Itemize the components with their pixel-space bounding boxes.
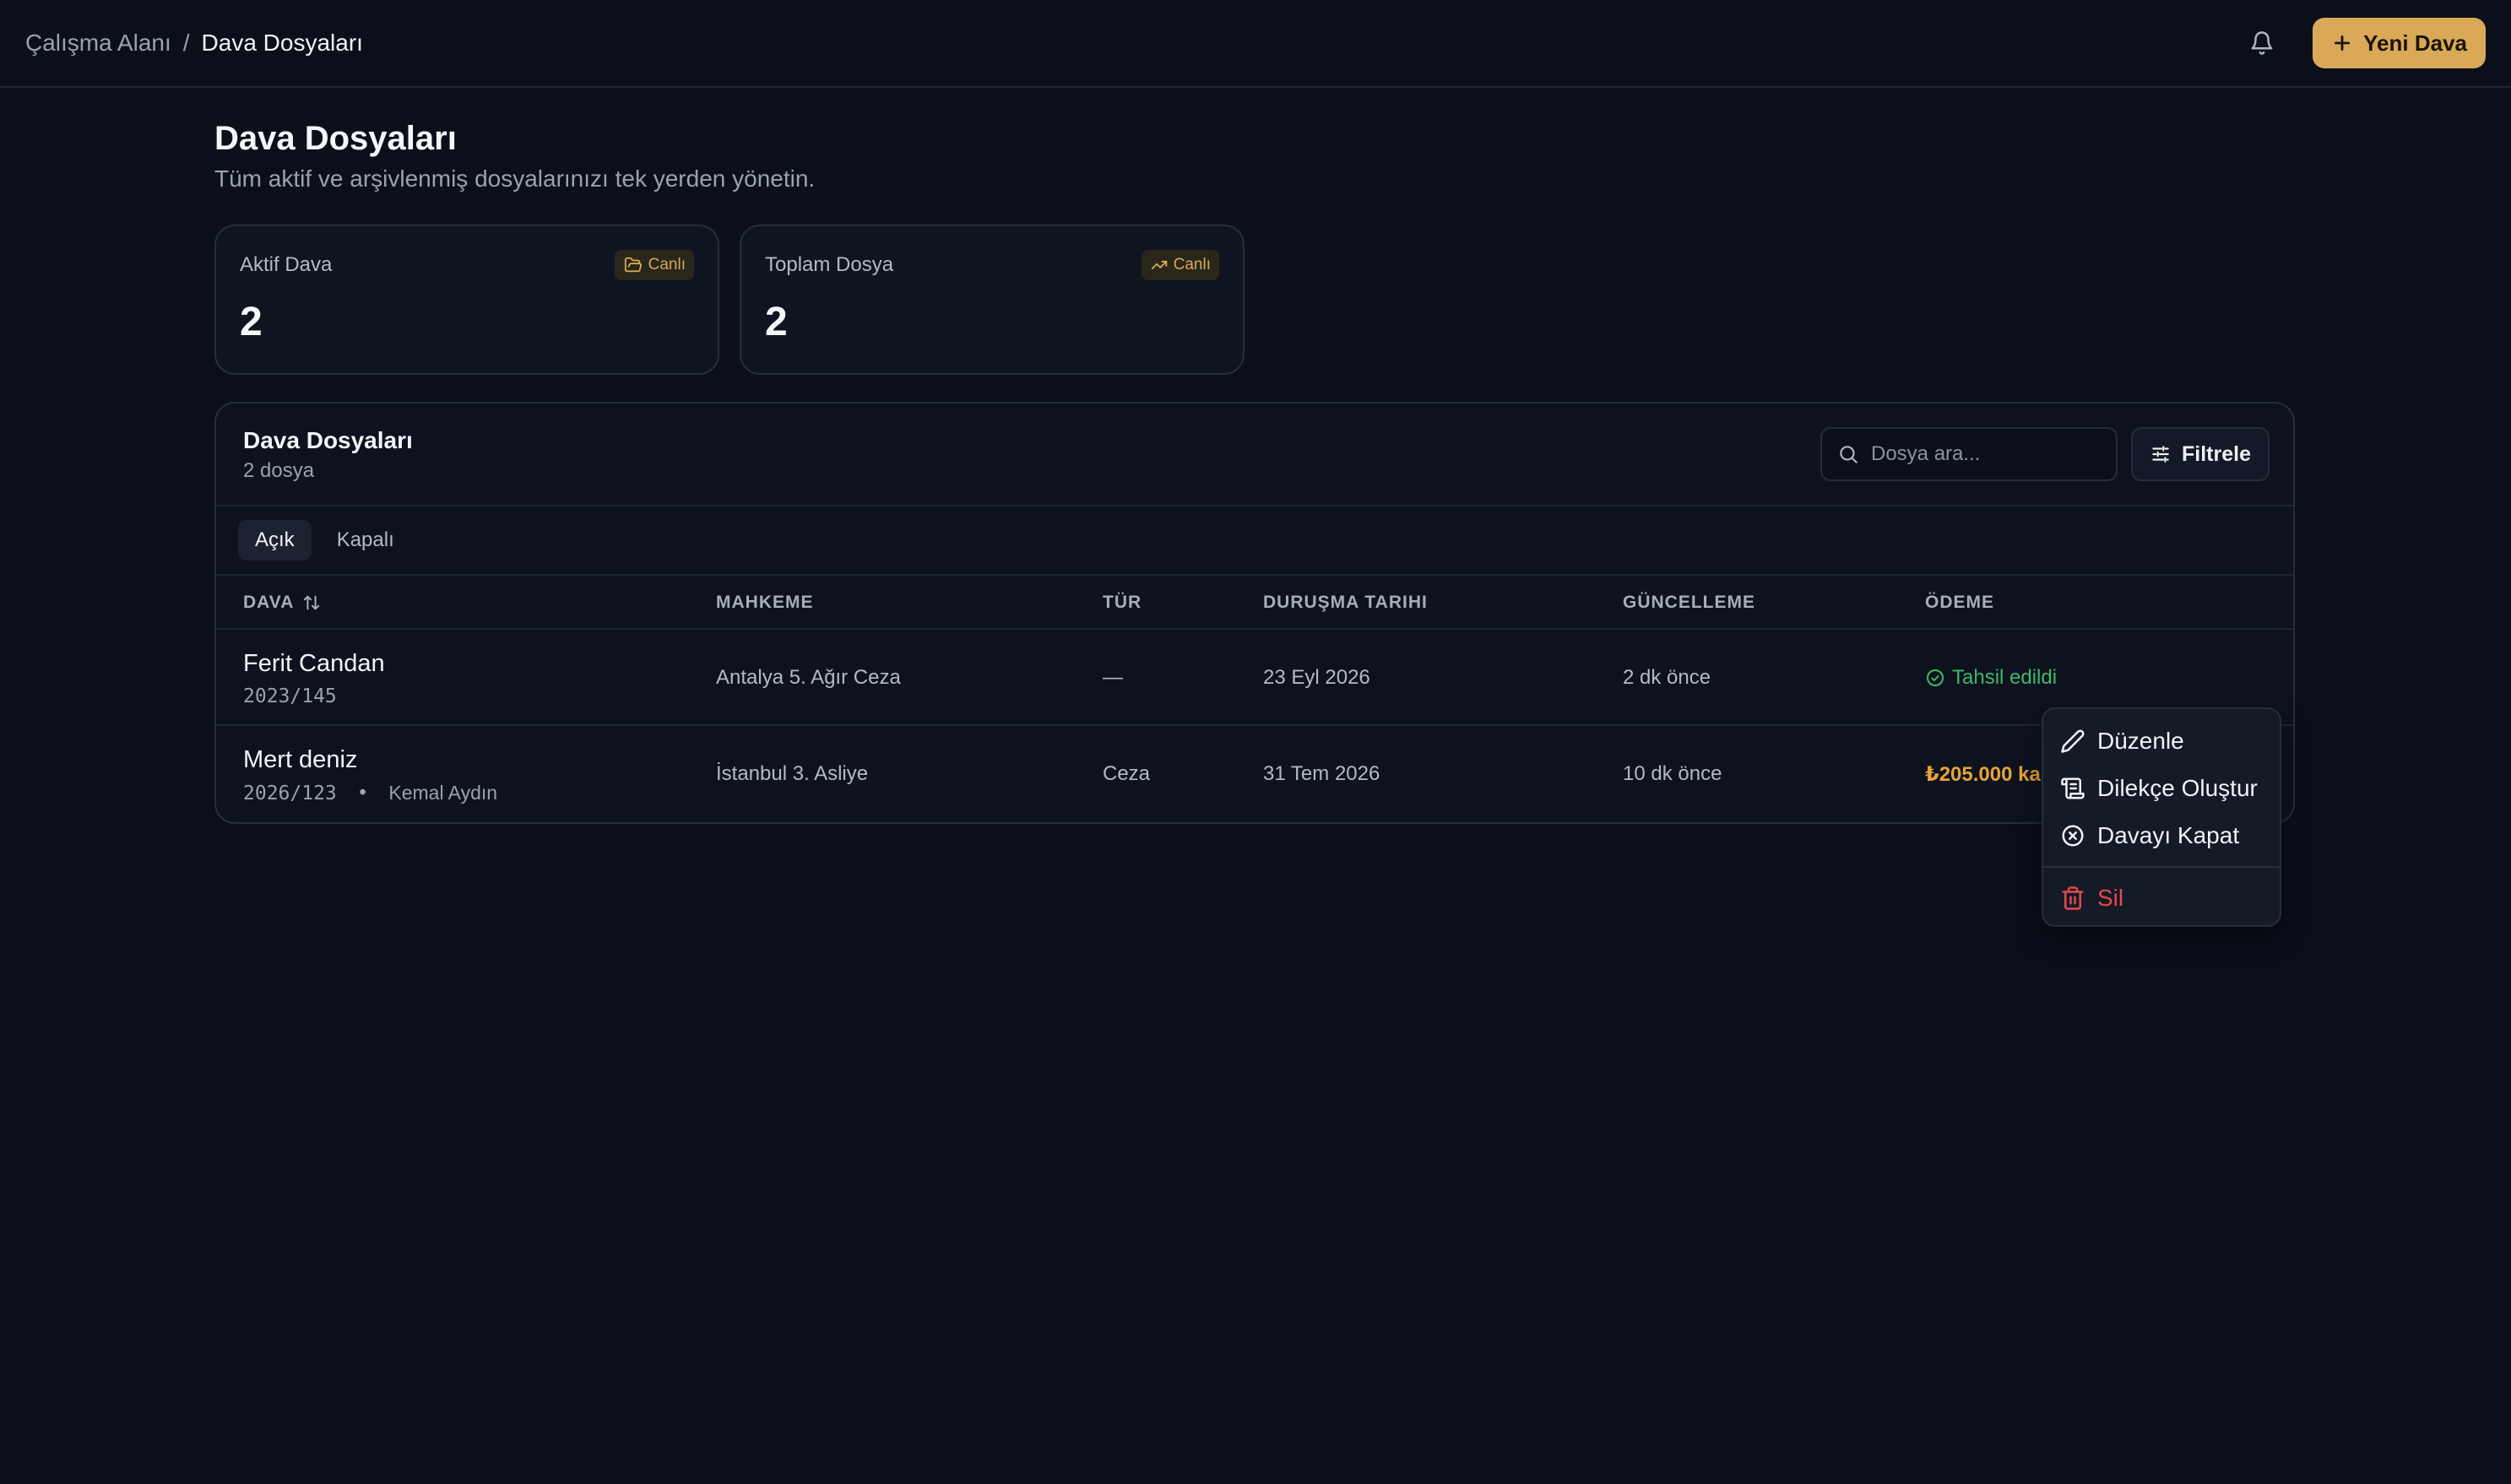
live-badge: Canlı [614, 250, 694, 280]
table-row[interactable]: Mert deniz 2026/123 • Kemal Aydın İstanb… [216, 726, 2293, 822]
breadcrumb: Çalışma Alanı / Dava Dosyaları [25, 30, 363, 57]
new-case-label: Yeni Dava [2363, 30, 2467, 56]
folder-open-icon [623, 256, 643, 274]
bell-icon[interactable] [2245, 26, 2279, 60]
page-subtitle: Tüm aktif ve arşivlenmiş dosyalarınızı t… [214, 165, 816, 192]
cases-table-card: Dava Dosyaları 2 dosya Dosya ara... Filt… [214, 402, 2295, 824]
menu-item-label: Dilekçe Oluştur [2097, 775, 2258, 801]
sort-icon [302, 593, 321, 612]
menu-divider [2043, 866, 2280, 868]
case-meta: 2026/123 • Kemal Aydın [243, 782, 497, 804]
updated-cell: 2 dk önce [1623, 666, 1711, 689]
breadcrumb-current: Dava Dosyaları [201, 30, 363, 56]
menu-item-create-petition[interactable]: Dilekçe Oluştur [2043, 765, 2280, 812]
case-file-number: 2023/145 [243, 685, 337, 707]
payment-label: Tahsil edildi [1952, 666, 2058, 689]
case-name: Ferit Candan [243, 650, 385, 677]
search-icon [1837, 443, 1859, 465]
column-header-type: TÜR [1103, 593, 1142, 612]
table-count: 2 dosya [243, 459, 315, 482]
table-header: Dava Dosyaları 2 dosya Dosya ara... Filt… [216, 403, 2293, 506]
breadcrumb-root[interactable]: Çalışma Alanı [25, 30, 171, 57]
page-title: Dava Dosyaları [214, 120, 457, 157]
column-header-payment: ÖDEME [1925, 593, 1995, 612]
live-badge-label: Canlı [648, 256, 686, 274]
menu-item-label: Sil [2097, 885, 2124, 911]
court-cell: Antalya 5. Ağır Ceza [716, 666, 901, 689]
filter-label: Filtrele [2182, 441, 2251, 466]
hearing-date-cell: 23 Eyl 2026 [1263, 666, 1370, 689]
column-header-label: DAVA [243, 593, 295, 612]
filter-button[interactable]: Filtrele [2131, 427, 2270, 481]
tab-open[interactable]: Açık [238, 520, 312, 561]
case-file-number: 2026/123 [243, 783, 337, 804]
tab-closed[interactable]: Kapalı [320, 520, 411, 561]
stat-card-active-cases: Aktif Dava Canlı 2 [214, 225, 719, 375]
x-circle-icon [2060, 823, 2085, 848]
trash-icon [2060, 886, 2085, 911]
type-cell: Ceza [1103, 762, 1151, 785]
search-placeholder: Dosya ara... [1871, 442, 1981, 465]
new-case-button[interactable]: Yeni Dava [2313, 18, 2486, 68]
column-header-hearing-date: DURUŞMA TARIHI [1263, 593, 1428, 612]
stat-value: 2 [240, 300, 263, 344]
check-circle-icon [1925, 668, 1945, 688]
search-input[interactable]: Dosya ara... [1820, 427, 2118, 481]
menu-item-delete[interactable]: Sil [2043, 875, 2280, 922]
live-badge-label: Canlı [1173, 256, 1211, 274]
type-cell: — [1103, 666, 1123, 689]
table-title: Dava Dosyaları [243, 427, 413, 453]
court-cell: İstanbul 3. Asliye [716, 762, 869, 785]
payment-amount: ₺205.000 ka [1925, 762, 2041, 786]
payment-status-badge: Tahsil edildi [1925, 630, 2057, 726]
live-badge: Canlı [1141, 250, 1219, 280]
stat-value: 2 [765, 300, 788, 344]
table-row[interactable]: Ferit Candan 2023/145 Antalya 5. Ağır Ce… [216, 630, 2293, 726]
status-tabs: Açık Kapalı [216, 506, 2293, 576]
hearing-date-cell: 31 Tem 2026 [1263, 762, 1380, 785]
case-lawyer: Kemal Aydın [388, 782, 498, 804]
plus-icon [2331, 32, 2353, 54]
row-context-menu: Düzenle Dilekçe Oluştur Davayı Kapat Sil [2042, 707, 2281, 927]
top-bar: Çalışma Alanı / Dava Dosyaları Yeni Dava [0, 0, 2511, 88]
column-header-court: MAHKEME [716, 593, 814, 612]
column-header-updated: GÜNCELLEME [1623, 593, 1755, 612]
pencil-icon [2060, 728, 2085, 754]
sliders-icon [2150, 443, 2172, 465]
breadcrumb-separator: / [182, 30, 190, 56]
menu-item-label: Düzenle [2097, 728, 2184, 754]
column-header-case[interactable]: DAVA [243, 576, 321, 630]
meta-separator: • [356, 783, 369, 804]
top-actions: Yeni Dava [2245, 18, 2486, 68]
menu-item-edit[interactable]: Düzenle [2043, 718, 2280, 765]
case-name: Mert deniz [243, 746, 358, 773]
menu-item-close-case[interactable]: Davayı Kapat [2043, 812, 2280, 859]
stat-card-total-files: Toplam Dosya Canlı 2 [740, 225, 1245, 375]
menu-item-label: Davayı Kapat [2097, 822, 2240, 848]
table-column-headers: DAVA MAHKEME TÜR DURUŞMA TARIHI GÜNCELLE… [216, 576, 2293, 630]
trending-up-icon [1150, 257, 1169, 274]
updated-cell: 10 dk önce [1623, 762, 1722, 785]
scroll-icon [2060, 776, 2085, 801]
